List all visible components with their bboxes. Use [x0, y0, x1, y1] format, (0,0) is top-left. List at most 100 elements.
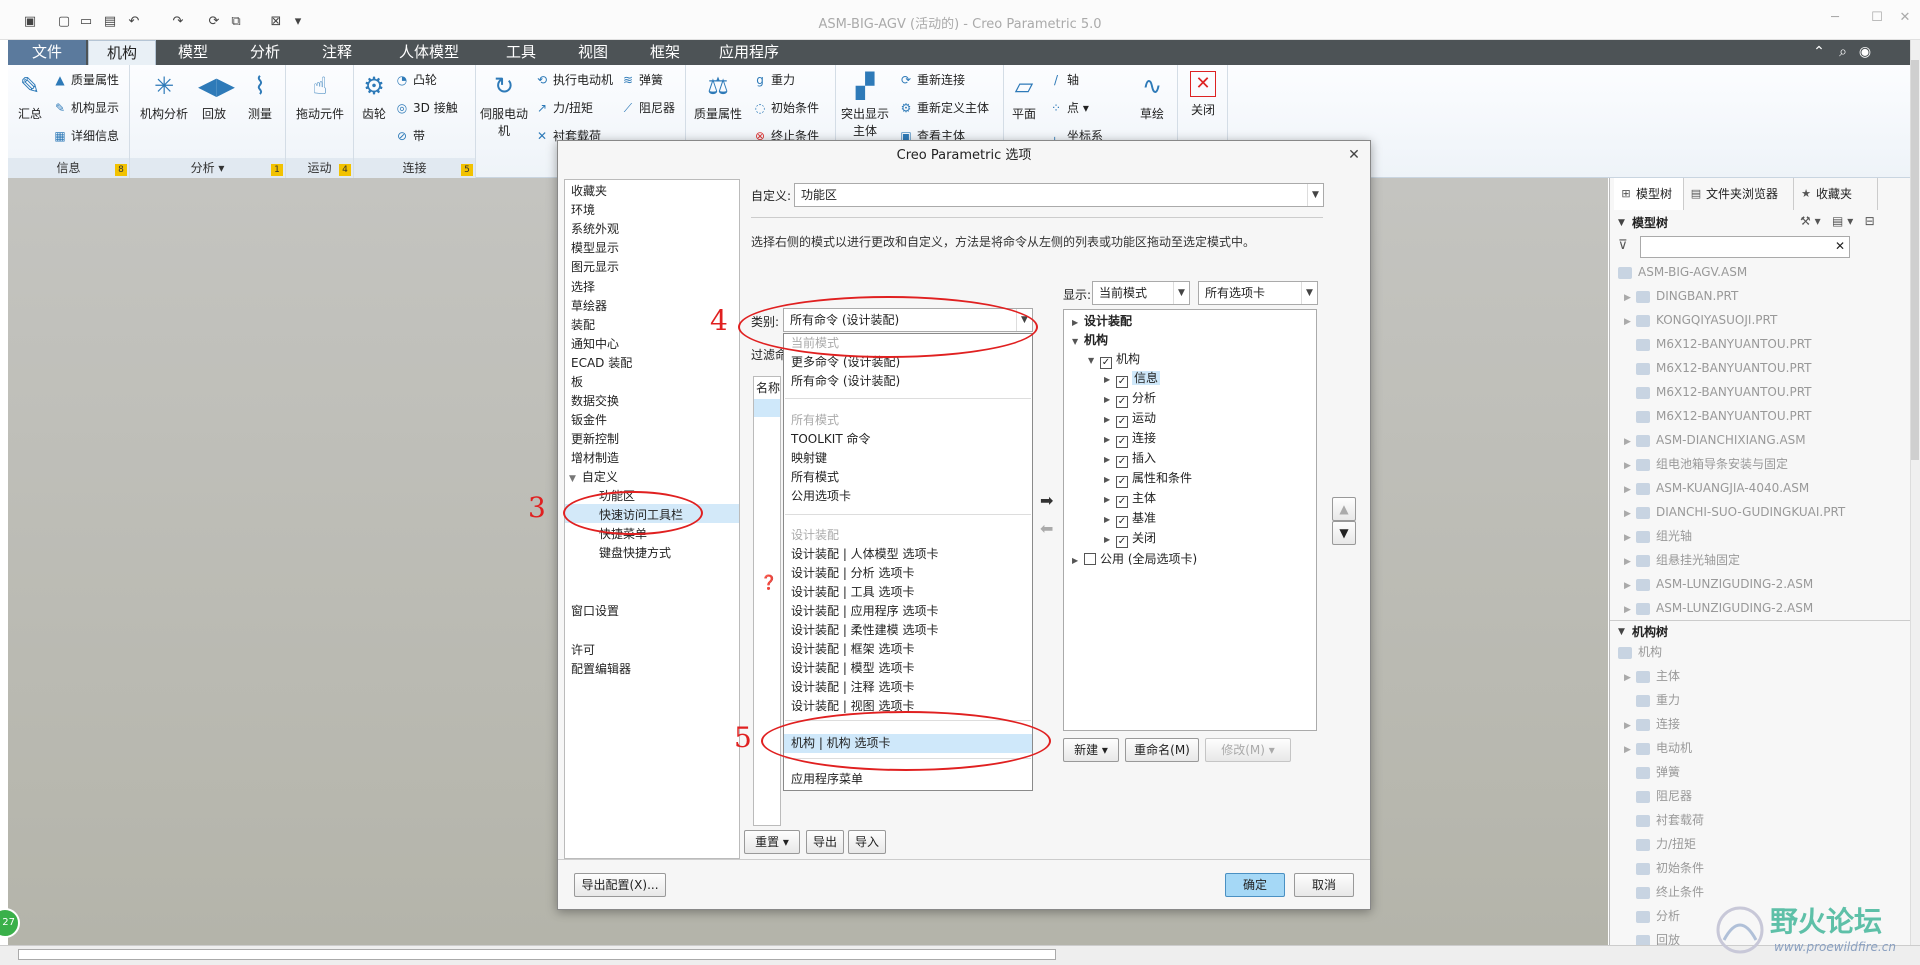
mech-tree-item[interactable]: 弹簧: [1610, 762, 1911, 782]
dropdown-option[interactable]: 设计装配 | 应用程序 选项卡: [791, 602, 939, 621]
checkbox[interactable]: ✓: [1116, 496, 1128, 508]
mech-tree-item[interactable]: 机构: [1610, 642, 1911, 662]
vertical-scroll-thumb[interactable]: [1911, 60, 1919, 460]
axis-button[interactable]: / 轴: [1048, 71, 1079, 88]
playback-button[interactable]: ◀▶ 回放: [194, 71, 235, 122]
expand-arrow-icon[interactable]: ▶: [1104, 450, 1116, 469]
tree-row[interactable]: ▶ ✓ 连接: [1104, 429, 1156, 448]
nav-item[interactable]: 系统外观: [571, 220, 619, 239]
tree-row[interactable]: ▶ ✓ 主体: [1104, 489, 1156, 508]
dropdown-option[interactable]: 设计装配 | 工具 选项卡: [791, 583, 915, 602]
dropdown-option[interactable]: 设计装配 | 柔性建模 选项卡: [791, 621, 939, 640]
cam-button[interactable]: ◔ 凸轮: [394, 71, 437, 88]
expand-arrow-icon[interactable]: ▶: [1624, 716, 1636, 736]
checkbox[interactable]: ✓: [1116, 436, 1128, 448]
tree-row[interactable]: ▶ 公用 (全局选项卡): [1072, 550, 1197, 569]
remove-arrow-icon[interactable]: ⬅: [1040, 519, 1053, 538]
nav-item[interactable]: 钣金件: [571, 411, 607, 430]
nav-item[interactable]: 收藏夹: [571, 182, 607, 201]
checkbox[interactable]: ✓: [1116, 476, 1128, 488]
expand-arrow-icon[interactable]: ▶: [1624, 528, 1636, 548]
show-tabs-combo[interactable]: 所有选项卡 ▼: [1198, 281, 1318, 305]
dropdown-option[interactable]: 设计装配 | 注释 选项卡: [791, 678, 915, 697]
mech-tree-item[interactable]: 重力: [1610, 690, 1911, 710]
horizontal-scrollbar[interactable]: [18, 949, 1056, 960]
checkbox[interactable]: ✓: [1116, 416, 1128, 428]
checkbox[interactable]: ✓: [1116, 376, 1128, 388]
nav-item-customize[interactable]: ▼ 自定义: [569, 468, 618, 487]
expand-arrow-icon[interactable]: ▶: [1104, 390, 1116, 409]
tab-tools[interactable]: 工具: [486, 40, 556, 65]
expand-arrow-icon[interactable]: ▶: [1104, 470, 1116, 489]
nav-item[interactable]: ECAD 装配: [571, 354, 632, 373]
checkbox[interactable]: ✓: [1116, 516, 1128, 528]
nav-item[interactable]: 装配: [571, 316, 595, 335]
collapse-ribbon-icon[interactable]: ⌃: [1810, 44, 1828, 62]
clear-search-icon[interactable]: ✕: [1835, 239, 1845, 253]
expand-arrow-icon[interactable]: ▶: [1624, 740, 1636, 760]
tree-row[interactable]: ▶ ✓ 关闭: [1104, 529, 1156, 548]
ribbon-tree[interactable]: ▶ 设计装配 ▼ 机构 ▼ ✓ 机构 ▶ ✓ 信息 ▶ ✓ 分析 ▶ ✓ 运动 ▶ ✓ 连接 ▶ ✓ 插入 ▶ ✓ 属性和条件 ▶…: [1063, 309, 1317, 731]
model-tree-item[interactable]: ▶ ASM-LUNZIGUDING-2.ASM: [1610, 574, 1911, 594]
model-tree-item[interactable]: ▶ ASM-DIANCHIXIANG.ASM: [1610, 430, 1911, 450]
force-torque-button[interactable]: ↗ 力/扭矩: [534, 99, 593, 116]
measure-button[interactable]: ⌇ 测量: [240, 71, 280, 122]
tree-row[interactable]: ▶ 设计装配: [1072, 312, 1132, 331]
expand-arrow-icon[interactable]: ▶: [1624, 504, 1636, 524]
expand-arrow-icon[interactable]: ▶: [1624, 600, 1636, 620]
group-label-analysis[interactable]: 分析 ▾: [130, 158, 285, 178]
mech-tree-item[interactable]: 初始条件: [1610, 858, 1911, 878]
mech-display-button[interactable]: ✎ 机构显示: [52, 99, 119, 116]
nav-item[interactable]: 环境: [571, 201, 595, 220]
model-tree-item[interactable]: ▶ 组光轴: [1610, 526, 1911, 546]
expand-arrow-icon[interactable]: ▶: [1624, 552, 1636, 572]
tab-view[interactable]: 视图: [558, 40, 628, 65]
nav-item[interactable]: 模型显示: [571, 239, 619, 258]
nav-item[interactable]: 数据交换: [571, 392, 619, 411]
expand-arrow-icon[interactable]: ▶: [1104, 410, 1116, 429]
dropdown-option[interactable]: 设计装配 | 模型 选项卡: [791, 659, 915, 678]
tab-manikin[interactable]: 人体模型: [374, 40, 484, 65]
customize-combo[interactable]: 功能区 ▼: [794, 183, 1324, 207]
close-mech-button[interactable]: ✕ 关闭: [1182, 71, 1224, 118]
dropdown-option[interactable]: TOOLKIT 命令: [791, 430, 870, 449]
expand-arrow-icon[interactable]: ▶: [1104, 370, 1116, 389]
model-tree-item[interactable]: ASM-BIG-AGV.ASM: [1610, 262, 1911, 282]
redefine-body-button[interactable]: ⚙ 重新定义主体: [898, 99, 989, 116]
add-arrow-icon[interactable]: ➡: [1040, 491, 1053, 510]
nav-subitem[interactable]: 键盘快捷方式: [599, 544, 671, 563]
expand-arrow-icon[interactable]: ▶: [1104, 490, 1116, 509]
dropdown-option[interactable]: 公用选项卡: [791, 487, 851, 506]
show-mode-combo[interactable]: 当前模式 ▼: [1092, 281, 1190, 305]
dropdown-option[interactable]: 所有模式: [791, 468, 839, 487]
model-tree-item[interactable]: ▶ DIANCHI-SUO-GUDINGKUAI.PRT: [1610, 502, 1911, 522]
nav-item[interactable]: 选择: [571, 278, 595, 297]
nav-item[interactable]: 草绘器: [571, 297, 607, 316]
model-tree-item[interactable]: M6X12-BANYUANTOU.PRT: [1610, 406, 1911, 426]
nav-item[interactable]: 许可: [571, 641, 595, 660]
mech-tree-item[interactable]: 衬套载荷: [1610, 810, 1911, 830]
expand-arrow-icon[interactable]: ▶: [1624, 288, 1636, 308]
move-up-button[interactable]: ▲: [1332, 497, 1356, 521]
model-tree-item[interactable]: ▶ KONGQIYASUOJI.PRT: [1610, 310, 1911, 330]
reconnect-button[interactable]: ⟳ 重新连接: [898, 71, 965, 88]
highlight-bodies-button[interactable]: ▞ 突出显示主体: [838, 71, 892, 139]
dropdown-option[interactable]: 设计装配 | 分析 选项卡: [791, 564, 915, 583]
tab-applications[interactable]: 应用程序: [702, 40, 796, 65]
mass-props-big-button[interactable]: ⚖ 质量属性: [690, 71, 746, 122]
mechanism-tree-header[interactable]: ▼ 机构树: [1610, 620, 1911, 642]
import-button[interactable]: 导入: [848, 830, 886, 854]
tab-folder-browser[interactable]: ▤ 文件夹浏览器: [1684, 178, 1794, 210]
tree-row[interactable]: ▶ ✓ 属性和条件: [1104, 469, 1192, 488]
tab-favorites[interactable]: ★ 收藏夹: [1794, 178, 1878, 210]
tree-row[interactable]: ▶ ✓ 运动: [1104, 409, 1156, 428]
nav-item[interactable]: 更新控制: [571, 430, 619, 449]
summary-button[interactable]: ✎ 汇总: [12, 71, 48, 122]
tree-search-input[interactable]: ✕: [1640, 236, 1850, 258]
move-down-button[interactable]: ▼: [1332, 521, 1356, 545]
tab-annotate[interactable]: 注释: [302, 40, 372, 65]
mech-tree-item[interactable]: ▶ 电动机: [1610, 738, 1911, 758]
sketch-button[interactable]: ∿ 草绘: [1132, 71, 1172, 122]
tree-tools[interactable]: ⚒ ▾ ▤ ▾ ⊟: [1800, 214, 1900, 232]
checkbox[interactable]: ✓: [1116, 536, 1128, 548]
